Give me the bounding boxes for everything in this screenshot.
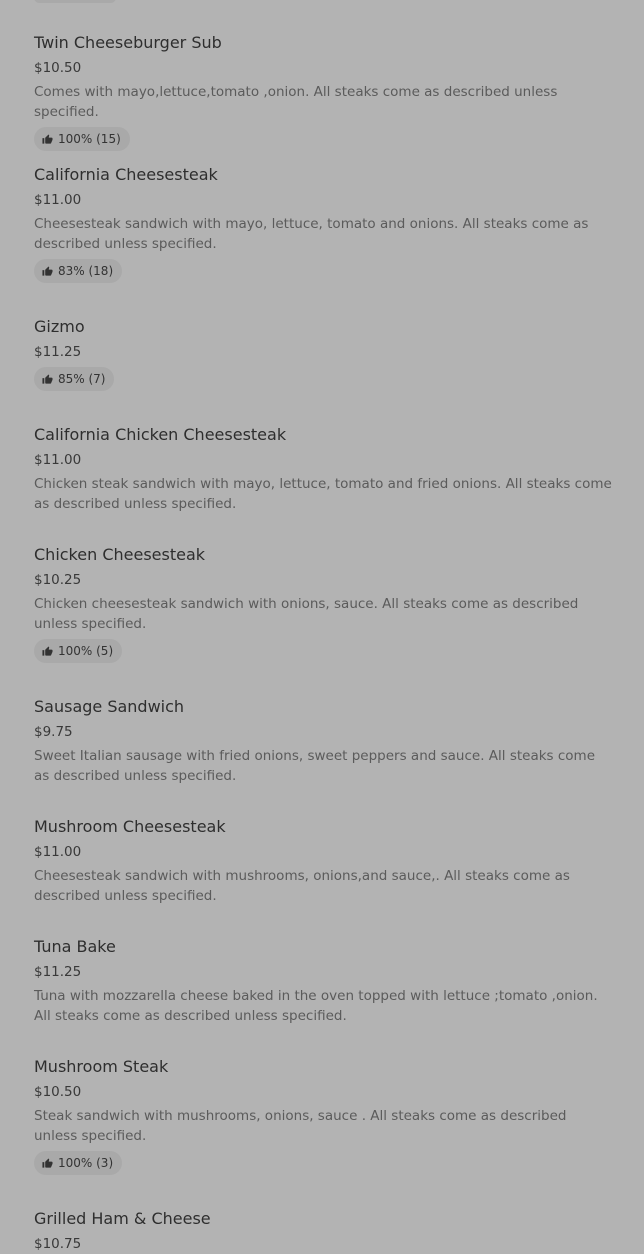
item-price: $11.25 xyxy=(34,964,82,980)
thumbs-up-icon xyxy=(42,373,53,384)
menu-item-california-chicken-cheesesteak[interactable]: California Chicken Cheesesteak $11.00 Ch… xyxy=(34,425,614,514)
menu-item-california-cheesesteak[interactable]: California Cheesesteak $11.00 Cheesestea… xyxy=(34,165,614,283)
item-description: Cheesesteak sandwich with mushrooms, oni… xyxy=(34,868,570,904)
item-name: Mushroom Steak xyxy=(34,1057,169,1076)
thumbs-up-icon xyxy=(42,265,53,276)
rating-badge: 100% (5) xyxy=(34,639,123,663)
rating-badge: 100% (15) xyxy=(34,127,130,151)
item-description: Chicken cheesesteak sandwich with onions… xyxy=(34,596,579,632)
item-price: $10.75 xyxy=(34,1236,82,1252)
item-name: Gizmo xyxy=(34,317,85,336)
item-description: Tuna with mozzarella cheese baked in the… xyxy=(34,988,598,1024)
rating-text: 100% (15) xyxy=(58,132,121,146)
thumbs-up-icon xyxy=(42,645,53,656)
rating-badge-partial xyxy=(34,0,116,3)
item-price: $11.25 xyxy=(34,344,82,360)
item-price: $9.75 xyxy=(34,724,73,740)
item-price: $11.00 xyxy=(34,192,82,208)
menu-item-mushroom-cheesesteak[interactable]: Mushroom Cheesesteak $11.00 Cheesesteak … xyxy=(34,817,614,906)
menu-item-gizmo[interactable]: Gizmo $11.25 85% (7) xyxy=(34,317,614,391)
item-name: Tuna Bake xyxy=(34,937,116,956)
menu-item-twin-cheeseburger-sub[interactable]: Twin Cheeseburger Sub $10.50 Comes with … xyxy=(34,33,614,151)
item-price: $10.50 xyxy=(34,60,82,76)
rating-badge: 85% (7) xyxy=(34,367,115,391)
menu-item-mushroom-steak[interactable]: Mushroom Steak $10.50 Steak sandwich wit… xyxy=(34,1057,614,1175)
rating-text: 100% (5) xyxy=(58,644,114,658)
item-name: California Chicken Cheesesteak xyxy=(34,425,287,444)
item-name: California Cheesesteak xyxy=(34,165,218,184)
item-name: Twin Cheeseburger Sub xyxy=(34,33,222,52)
rating-text: 100% (3) xyxy=(58,1156,114,1170)
item-description: Chicken steak sandwich with mayo, lettuc… xyxy=(34,476,612,512)
item-name: Chicken Cheesesteak xyxy=(34,545,206,564)
item-description: Steak sandwich with mushrooms, onions, s… xyxy=(34,1108,567,1144)
item-name: Sausage Sandwich xyxy=(34,697,185,716)
item-price: $11.00 xyxy=(34,452,82,468)
item-description: Comes with mayo,lettuce,tomato ,onion. A… xyxy=(34,84,558,120)
rating-badge: 83% (18) xyxy=(34,259,123,283)
thumbs-up-icon xyxy=(42,1157,53,1168)
menu-item-chicken-cheesesteak[interactable]: Chicken Cheesesteak $10.25 Chicken chees… xyxy=(34,545,614,663)
item-price: $10.25 xyxy=(34,572,82,588)
item-price: $11.00 xyxy=(34,844,82,860)
menu-item-sausage-sandwich[interactable]: Sausage Sandwich $9.75 Sweet Italian sau… xyxy=(34,697,614,786)
menu-item-tuna-bake[interactable]: Tuna Bake $11.25 Tuna with mozzarella ch… xyxy=(34,937,614,1026)
item-name: Grilled Ham & Cheese xyxy=(34,1209,211,1228)
rating-badge: 100% (3) xyxy=(34,1151,123,1175)
item-description: Cheesesteak sandwich with mayo, lettuce,… xyxy=(34,216,589,252)
thumbs-up-icon xyxy=(42,133,53,144)
menu-item-grilled-ham-and-cheese[interactable]: Grilled Ham & Cheese $10.75 xyxy=(34,1209,614,1254)
item-price: $10.50 xyxy=(34,1084,82,1100)
rating-text: 83% (18) xyxy=(58,264,114,278)
item-name: Mushroom Cheesesteak xyxy=(34,817,226,836)
rating-text: 85% (7) xyxy=(58,372,106,386)
item-description: Sweet Italian sausage with fried onions,… xyxy=(34,748,596,784)
